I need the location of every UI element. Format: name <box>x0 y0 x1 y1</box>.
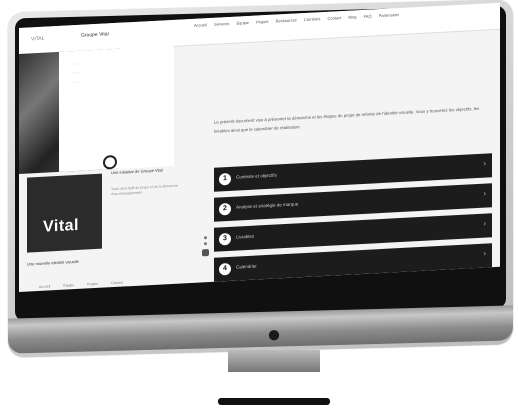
side-controls <box>200 233 210 261</box>
accordion-label: Calendrier <box>236 263 257 270</box>
footer-link[interactable]: Contact <box>111 281 123 286</box>
nav-item[interactable]: FAQ <box>364 14 372 19</box>
monitor-stand <box>228 350 320 372</box>
footer-link[interactable]: Projets <box>87 282 98 287</box>
nav-item[interactable]: Projets <box>256 19 268 25</box>
nav-item[interactable]: Partenaires <box>379 12 399 18</box>
accordion: 1 Contexte et objectifs › 2 Analyse et s… <box>214 153 492 288</box>
step-number: 4 <box>219 262 231 276</box>
square-icon[interactable] <box>201 249 209 257</box>
nav-item[interactable]: Ressources <box>276 17 297 23</box>
project-description: Texte descriptif du projet et de la déma… <box>111 183 178 197</box>
nav-item[interactable]: Accueil <box>194 22 207 28</box>
nav-item[interactable]: Blog <box>348 14 356 19</box>
logo-card <box>27 173 102 253</box>
hero-text: ····· ······· ······ <box>71 60 81 85</box>
vital-logo: Vital <box>43 216 79 236</box>
footer-link[interactable]: Accueil <box>39 284 50 289</box>
accordion-label: Livrables <box>236 233 255 240</box>
apple-logo-icon: ● <box>266 321 282 348</box>
step-number: 2 <box>219 202 231 216</box>
footer-link[interactable]: Équipe <box>63 283 74 288</box>
site-brand[interactable]: Groupe Vital <box>81 31 109 38</box>
accordion-label: Analyse et stratégie de marque <box>236 201 299 210</box>
nav-item[interactable]: Équipe <box>237 20 249 26</box>
screen: VITAL Groupe Vital Accueil Services Équi… <box>19 2 500 292</box>
nav-item[interactable]: Carrières <box>304 16 320 22</box>
card-caption: Une nouvelle identité visuelle <box>27 258 79 267</box>
chevron-right-icon: › <box>483 250 486 258</box>
intro-paragraph: Le présent document vise à présenter la … <box>214 105 480 134</box>
step-number: 3 <box>219 232 231 246</box>
site-logo[interactable]: VITAL <box>31 36 45 43</box>
chevron-right-icon: › <box>483 220 486 228</box>
monitor-stand-base <box>218 398 330 405</box>
accordion-label: Contexte et objectifs <box>236 172 277 180</box>
dot-icon[interactable] <box>203 236 207 240</box>
step-number: 1 <box>219 172 231 186</box>
nav-item[interactable]: Services <box>214 21 229 27</box>
chevron-right-icon: › <box>483 160 486 168</box>
dot-icon[interactable] <box>203 242 207 246</box>
chevron-right-icon: › <box>483 190 486 198</box>
nav-item[interactable]: Contact <box>328 15 342 21</box>
